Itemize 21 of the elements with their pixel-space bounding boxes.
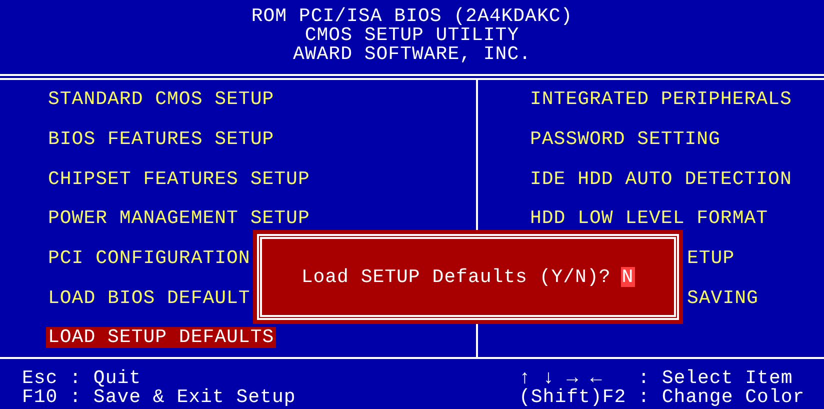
key-hint: Esc : Quit bbox=[22, 369, 142, 388]
menu-item[interactable]: SAVING bbox=[685, 288, 760, 309]
menu-item[interactable]: HDD LOW LEVEL FORMAT bbox=[528, 208, 770, 230]
menu-item[interactable]: INTEGRATED PERIPHERALS bbox=[528, 89, 794, 110]
menu-item[interactable]: IDE HDD AUTO DETECTION bbox=[528, 168, 794, 190]
menu-item[interactable]: POWER MANAGEMENT SETUP bbox=[46, 208, 312, 230]
dialog-prompt: Load SETUP Defaults (Y/N)? bbox=[301, 266, 611, 288]
menu-item[interactable]: BIOS FEATURES SETUP bbox=[46, 129, 276, 150]
header-text: CMOS SETUP UTILITY bbox=[304, 26, 520, 44]
menu-item[interactable]: CHIPSET FEATURES SETUP bbox=[46, 168, 312, 190]
header-text: AWARD SOFTWARE, INC. bbox=[292, 44, 532, 64]
key-hint: F10 : Save & Exit Setup bbox=[22, 388, 297, 407]
menu-item[interactable]: LOAD SETUP DEFAULTS bbox=[46, 327, 276, 348]
menu-item[interactable]: PASSWORD SETTING bbox=[528, 129, 722, 150]
header-text: ROM PCI/ISA BIOS (2A4KDAKC) bbox=[251, 6, 573, 26]
menu-item[interactable]: LOAD BIOS DEFAULT bbox=[46, 288, 252, 309]
menu-item[interactable]: PCI CONFIGURATION bbox=[46, 248, 252, 270]
key-hint: (Shift)F2 : Change Color bbox=[519, 388, 806, 407]
key-hint: ↑ ↓ → ← : Select Item bbox=[519, 369, 793, 388]
menu-item[interactable]: STANDARD CMOS SETUP bbox=[46, 89, 276, 110]
menu-item[interactable]: ETUP bbox=[685, 248, 737, 270]
